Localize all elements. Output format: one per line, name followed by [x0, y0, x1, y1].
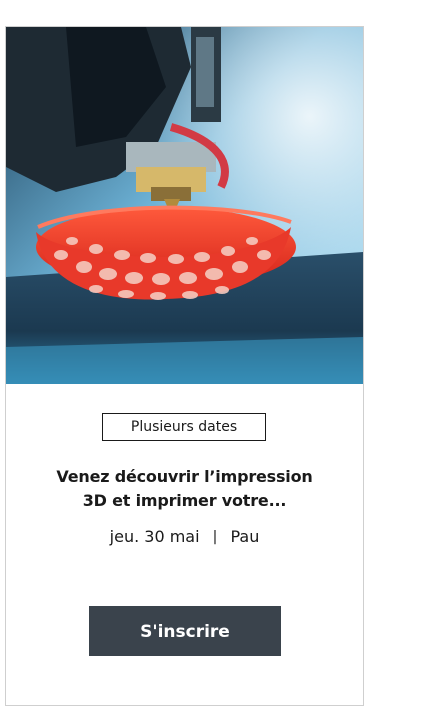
- event-title[interactable]: Venez découvrir l’impression 3D et impri…: [26, 465, 343, 513]
- event-date: jeu. 30 mai: [109, 527, 200, 546]
- meta-separator: |: [212, 529, 218, 545]
- event-title-line-2: 3D et imprimer votre...: [82, 491, 287, 510]
- event-location: Pau: [230, 527, 260, 546]
- event-title-line-1: Venez découvrir l’impression: [56, 467, 313, 486]
- multiple-dates-badge: Plusieurs dates: [102, 413, 266, 441]
- event-meta: jeu. 30 mai | Pau: [6, 527, 363, 546]
- event-image[interactable]: [6, 27, 363, 384]
- register-button[interactable]: S'inscrire: [89, 606, 281, 656]
- event-card: Plusieurs dates Venez découvrir l’impres…: [5, 26, 364, 706]
